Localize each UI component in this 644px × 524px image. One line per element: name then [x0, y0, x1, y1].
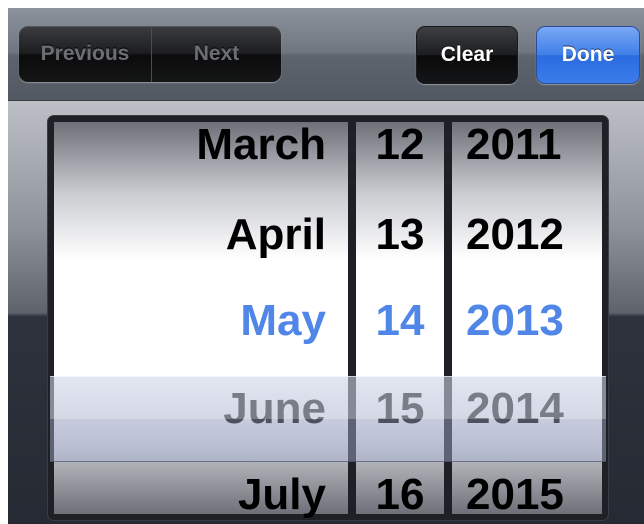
day-option[interactable]: 13: [356, 192, 444, 278]
clear-button[interactable]: Clear: [416, 26, 518, 84]
day-option[interactable]: 15: [356, 366, 444, 452]
date-picker: March April May June July 12 13 14 15 16…: [48, 116, 608, 520]
month-option[interactable]: March: [196, 116, 326, 188]
month-option[interactable]: July: [238, 452, 326, 520]
year-option-selected[interactable]: 2013: [466, 278, 564, 364]
month-wheel[interactable]: March April May June July: [54, 120, 348, 519]
previous-button[interactable]: Previous: [19, 26, 151, 82]
next-button[interactable]: Next: [152, 26, 281, 82]
day-option[interactable]: 16: [356, 452, 444, 520]
day-option-selected[interactable]: 14: [356, 278, 444, 364]
done-button[interactable]: Done: [536, 26, 640, 84]
month-option[interactable]: April: [226, 192, 326, 278]
month-option-selected[interactable]: May: [240, 278, 326, 364]
year-option[interactable]: 2012: [466, 192, 564, 278]
day-option[interactable]: 12: [356, 116, 444, 188]
year-wheel[interactable]: 2011 2012 2013 2014 2015: [452, 120, 602, 519]
date-picker-screen: Previous Next Clear Done March April May…: [8, 8, 644, 524]
month-option[interactable]: June: [223, 366, 326, 452]
input-accessory-toolbar: Previous Next Clear Done: [8, 8, 644, 101]
year-option[interactable]: 2015: [466, 452, 564, 520]
day-wheel[interactable]: 12 13 14 15 16: [356, 120, 444, 519]
year-option[interactable]: 2011: [466, 116, 561, 188]
prev-next-segmented-control: Previous Next: [19, 26, 281, 82]
year-option[interactable]: 2014: [466, 366, 564, 452]
